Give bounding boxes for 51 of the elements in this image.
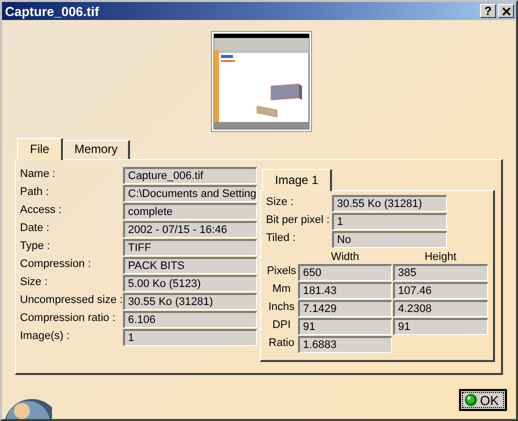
close-button[interactable] xyxy=(498,4,514,18)
read-only-field: TIFF xyxy=(123,239,257,256)
row-label: Pixels xyxy=(266,264,297,279)
read-only-field: 2002 - 07/15 - 16:46 xyxy=(123,221,257,238)
field-label: Name : xyxy=(20,167,56,182)
read-only-field: 107.46 xyxy=(393,282,488,299)
field-label: Path : xyxy=(20,185,50,200)
read-only-field: 91 xyxy=(298,318,392,335)
column-header: Width xyxy=(330,251,360,263)
read-only-field: 30.55 Ko (31281) xyxy=(332,195,447,212)
ball-icon xyxy=(465,394,477,406)
read-only-field: C:\Documents and Setting xyxy=(123,185,257,202)
read-only-field: 5.00 Ko (5123) xyxy=(123,275,257,292)
read-only-field: 7.1429 xyxy=(298,300,392,317)
row-label: Inchs xyxy=(267,300,296,315)
row-label: DPI xyxy=(271,318,292,333)
close-icon xyxy=(502,6,510,16)
column-header: Height xyxy=(424,251,458,263)
read-only-field: 1 xyxy=(332,213,447,230)
row-label: Mm xyxy=(271,282,292,297)
tab[interactable]: File xyxy=(17,138,64,160)
read-only-field: 91 xyxy=(393,318,488,335)
field-label: Access : xyxy=(20,203,63,218)
read-only-field: 650 xyxy=(298,264,392,281)
window-title: Capture_006.tif xyxy=(5,4,100,18)
field-label: Size : xyxy=(20,275,49,290)
tab[interactable]: Image 1 xyxy=(262,169,332,191)
read-only-field: complete xyxy=(123,203,257,220)
field-label: Tiled : xyxy=(266,231,297,246)
field-label: Date : xyxy=(20,221,50,236)
read-only-field: 30.55 Ko (31281) xyxy=(123,293,257,310)
read-only-field: 1.6883 xyxy=(298,336,392,353)
field-label: Bit per pixel : xyxy=(266,213,331,228)
field-label: Image(s) : xyxy=(20,329,71,344)
ok-button[interactable]: OK xyxy=(459,389,507,411)
field-label: Size : xyxy=(266,195,295,210)
read-only-field: PACK BITS xyxy=(123,257,257,274)
read-only-field: 1 xyxy=(123,329,257,346)
read-only-field: 181.43 xyxy=(298,282,392,299)
row-label: Ratio xyxy=(268,336,296,351)
tab[interactable]: Memory xyxy=(63,140,130,159)
read-only-field: No xyxy=(332,231,447,248)
read-only-field: 6.106 xyxy=(123,311,257,328)
read-only-field: 385 xyxy=(393,264,488,281)
read-only-field: Capture_006.tif xyxy=(123,167,257,184)
field-label: Compression : xyxy=(20,257,92,272)
read-only-field: 4.2308 xyxy=(393,300,488,317)
field-label: Compression ratio : xyxy=(20,311,116,326)
field-label: Type : xyxy=(20,239,51,254)
field-label: Uncompressed size : xyxy=(20,293,123,308)
help-button[interactable]: ? xyxy=(480,4,496,18)
